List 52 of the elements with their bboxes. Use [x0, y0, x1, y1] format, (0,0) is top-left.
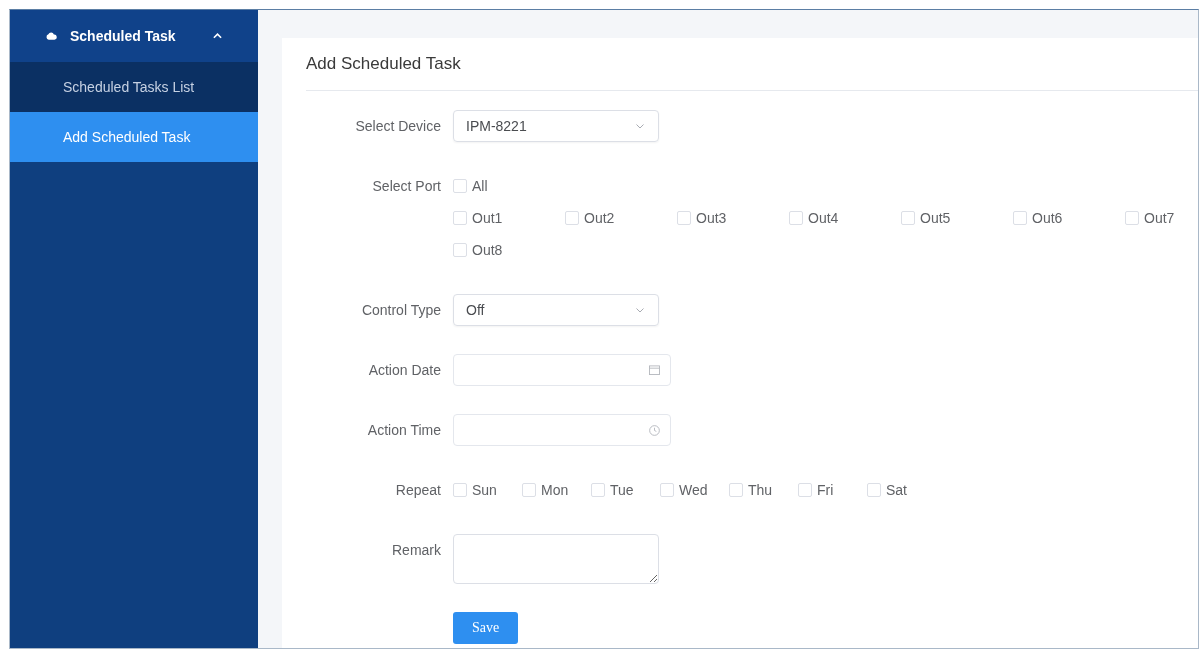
checkbox[interactable]: [798, 483, 812, 497]
time-field[interactable]: [453, 414, 671, 446]
checkbox-label: Mon: [541, 482, 569, 498]
field-label: Repeat: [395, 482, 441, 498]
checkbox-label: Out2: [584, 210, 615, 226]
checkbox-label: All: [472, 178, 488, 194]
checkbox[interactable]: [660, 483, 674, 497]
checkbox[interactable]: [453, 211, 467, 225]
checkbox-label: Out4: [808, 210, 839, 226]
checkbox[interactable]: [522, 483, 536, 497]
calendar-icon: [649, 365, 660, 375]
checkbox[interactable]: [453, 179, 467, 193]
field-label: Select Port: [372, 178, 441, 194]
checkbox[interactable]: [901, 211, 915, 225]
menu-item[interactable]: Scheduled Tasks List: [10, 62, 258, 112]
checkbox-label: Tue: [610, 482, 634, 498]
checkbox[interactable]: [677, 211, 691, 225]
checkbox-label: Thu: [748, 482, 773, 498]
checkbox-label: Wed: [679, 482, 708, 498]
cloud-icon: [46, 32, 57, 40]
field-label: Action Date: [368, 362, 441, 378]
field-label: Control Type: [361, 302, 441, 318]
dropdown-field[interactable]: IPM-8221: [453, 110, 659, 142]
checkbox-label: Out7: [1144, 210, 1175, 226]
field-label: Select Device: [355, 118, 441, 134]
checkbox-label: Sat: [886, 482, 907, 498]
chevron-down-icon: [636, 307, 644, 313]
form-title: Add Scheduled Task: [306, 54, 461, 74]
clock-icon: [649, 424, 660, 436]
dropdown-field[interactable]: Off: [453, 294, 659, 326]
chevron-down-icon: [636, 123, 644, 129]
date-field[interactable]: [453, 354, 671, 386]
checkbox[interactable]: [453, 243, 467, 257]
checkbox-label: Out8: [472, 242, 503, 258]
checkbox[interactable]: [789, 211, 803, 225]
checkbox[interactable]: [729, 483, 743, 497]
checkbox-label: Out6: [1032, 210, 1063, 226]
checkbox[interactable]: [1013, 211, 1027, 225]
checkbox[interactable]: [565, 211, 579, 225]
menu-group[interactable]: Scheduled Task: [10, 10, 258, 62]
checkbox[interactable]: [867, 483, 881, 497]
remark-textarea[interactable]: [453, 534, 659, 584]
field-label: Remark: [392, 542, 441, 558]
checkbox-label: Sun: [472, 482, 497, 498]
checkbox-label: Fri: [817, 482, 834, 498]
checkbox-label: Out3: [696, 210, 727, 226]
checkbox-label: Out5: [920, 210, 951, 226]
field-label: Action Time: [367, 422, 441, 438]
checkbox[interactable]: [591, 483, 605, 497]
checkbox-label: Out1: [472, 210, 503, 226]
checkbox[interactable]: [1125, 211, 1139, 225]
checkbox[interactable]: [453, 483, 467, 497]
